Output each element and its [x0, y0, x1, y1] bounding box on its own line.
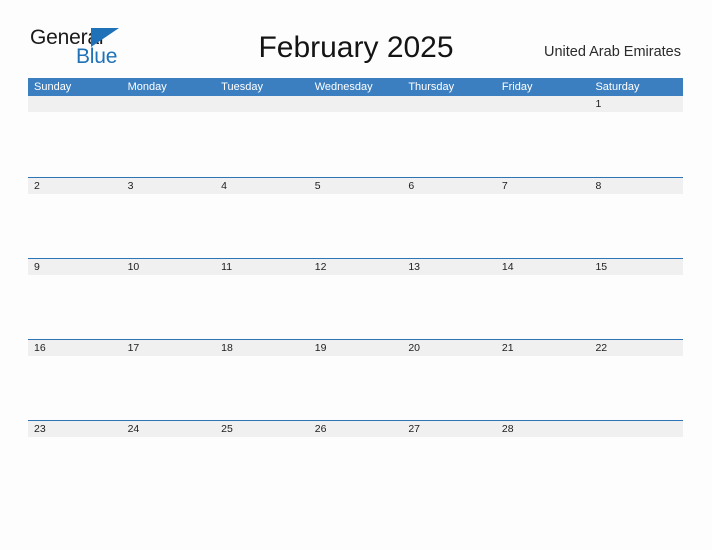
- weekday-header-tuesday: Tuesday: [221, 81, 263, 93]
- week-date-band: 2 3 4 5 6 7 8: [28, 177, 683, 194]
- day-cell[interactable]: 2: [28, 178, 122, 194]
- day-cell[interactable]: 3: [122, 178, 216, 194]
- day-cell[interactable]: 17: [122, 340, 216, 356]
- day-cell[interactable]: 23: [28, 421, 122, 437]
- day-cell[interactable]: 16: [28, 340, 122, 356]
- day-cell[interactable]: 5: [309, 178, 403, 194]
- day-cell[interactable]: [122, 96, 216, 112]
- day-cell[interactable]: 13: [402, 259, 496, 275]
- day-cell[interactable]: 28: [496, 421, 590, 437]
- weekday-header-saturday: Saturday: [595, 81, 640, 93]
- week-event-area[interactable]: [28, 356, 683, 420]
- day-cell[interactable]: 12: [309, 259, 403, 275]
- day-cell[interactable]: [496, 96, 590, 112]
- week-row: 2 3 4 5 6 7 8: [28, 177, 683, 258]
- day-cell[interactable]: [589, 421, 683, 437]
- week-event-area[interactable]: [28, 437, 683, 501]
- day-cell[interactable]: 1: [589, 96, 683, 112]
- week-event-area[interactable]: [28, 275, 683, 339]
- page-header: General Blue February 2025 United Arab E…: [0, 0, 712, 78]
- day-cell[interactable]: 24: [122, 421, 216, 437]
- week-row: 1: [28, 96, 683, 177]
- weekday-header-thursday: Thursday: [408, 81, 455, 93]
- week-date-band: 1: [28, 96, 683, 112]
- week-row: 23 24 25 26 27 28: [28, 420, 683, 501]
- day-cell[interactable]: 25: [215, 421, 309, 437]
- day-cell[interactable]: 18: [215, 340, 309, 356]
- day-cell[interactable]: 21: [496, 340, 590, 356]
- day-cell[interactable]: 14: [496, 259, 590, 275]
- day-cell[interactable]: [402, 96, 496, 112]
- day-cell[interactable]: 22: [589, 340, 683, 356]
- weekday-header-friday: Friday: [501, 81, 533, 93]
- weekday-header-row: Sunday Monday Tuesday Wednesday Thursday…: [28, 78, 683, 96]
- day-cell[interactable]: 26: [309, 421, 403, 437]
- day-cell[interactable]: [309, 96, 403, 112]
- calendar-grid: Sunday Monday Tuesday Wednesday Thursday…: [28, 78, 683, 501]
- day-cell[interactable]: 27: [402, 421, 496, 437]
- day-cell[interactable]: 10: [122, 259, 216, 275]
- day-cell[interactable]: 20: [402, 340, 496, 356]
- weekday-header-wednesday: Wednesday: [314, 81, 373, 93]
- day-cell[interactable]: 15: [589, 259, 683, 275]
- week-event-area[interactable]: [28, 112, 683, 176]
- day-cell[interactable]: 8: [589, 178, 683, 194]
- day-cell[interactable]: 19: [309, 340, 403, 356]
- week-date-band: 9 10 11 12 13 14 15: [28, 258, 683, 275]
- week-row: 16 17 18 19 20 21 22: [28, 339, 683, 420]
- day-cell[interactable]: 7: [496, 178, 590, 194]
- week-event-area[interactable]: [28, 194, 683, 258]
- weekday-header-sunday: Sunday: [34, 81, 72, 93]
- weekday-header-monday: Monday: [127, 81, 167, 93]
- day-cell[interactable]: [215, 96, 309, 112]
- day-cell[interactable]: 9: [28, 259, 122, 275]
- day-cell[interactable]: 4: [215, 178, 309, 194]
- day-cell[interactable]: [28, 96, 122, 112]
- day-cell[interactable]: 6: [402, 178, 496, 194]
- locale-label: United Arab Emirates: [543, 44, 681, 60]
- week-row: 9 10 11 12 13 14 15: [28, 258, 683, 339]
- day-cell[interactable]: 11: [215, 259, 309, 275]
- week-date-band: 23 24 25 26 27 28: [28, 420, 683, 437]
- week-date-band: 16 17 18 19 20 21 22: [28, 339, 683, 356]
